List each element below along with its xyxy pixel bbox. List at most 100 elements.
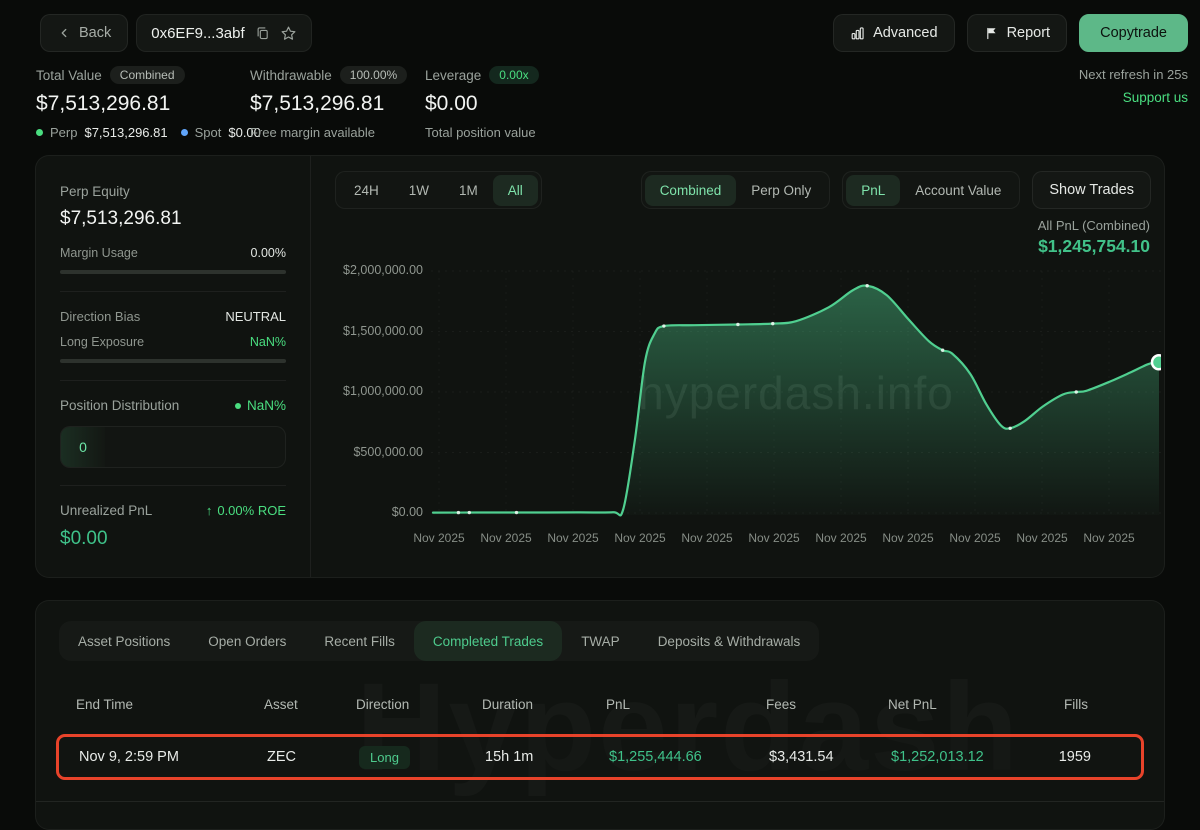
cell-asset: ZEC: [267, 749, 359, 765]
cell-pnl: $1,255,444.66: [609, 749, 769, 765]
chevron-left-icon: [57, 26, 71, 40]
show-trades-label: Show Trades: [1049, 182, 1134, 198]
tab-open-orders[interactable]: Open Orders: [189, 621, 305, 661]
unrealized-pnl-value: $0.00: [60, 528, 286, 550]
y-axis-label: $2,000,000.00: [311, 263, 423, 277]
pnl-area-chart[interactable]: [431, 261, 1161, 523]
margin-usage-value: 0.00%: [251, 246, 286, 260]
highlighted-trade-row[interactable]: Nov 9, 2:59 PMZECLong15h 1m$1,255,444.66…: [56, 734, 1144, 780]
total-value-label: Total Value: [36, 68, 102, 83]
trades-card: Hyperdash Asset PositionsOpen OrdersRece…: [35, 600, 1165, 830]
tab-deposits-withdrawals[interactable]: Deposits & Withdrawals: [639, 621, 820, 661]
position-distribution-label: Position Distribution: [60, 398, 179, 413]
x-axis-label: Nov 2025: [746, 531, 802, 545]
column-header-asset: Asset: [264, 697, 356, 712]
roe-value: 0.00% ROE: [217, 503, 286, 518]
copy-icon[interactable]: [255, 26, 270, 41]
metric-tab-account-value[interactable]: Account Value: [900, 175, 1016, 206]
all-pnl-caption: All PnL (Combined): [1038, 218, 1150, 233]
x-axis-label: Nov 2025: [1014, 531, 1070, 545]
x-axis-label: Nov 2025: [411, 531, 467, 545]
account-summary-panel: Perp Equity $7,513,296.81 Margin Usage 0…: [36, 156, 311, 577]
leverage-label: Leverage: [425, 68, 481, 83]
refresh-countdown: Next refresh in 25s: [1079, 67, 1188, 82]
metric-tab-pnl[interactable]: PnL: [846, 175, 900, 206]
direction-badge: Long: [359, 746, 410, 769]
divider: [36, 801, 1164, 802]
support-us-link[interactable]: Support us: [1123, 90, 1188, 105]
x-axis-label: Nov 2025: [880, 531, 936, 545]
y-axis-label: $0.00: [311, 505, 423, 519]
bar-chart-icon: [850, 26, 865, 41]
metric-toggle-group: PnLAccount Value: [842, 171, 1020, 209]
tab-asset-positions[interactable]: Asset Positions: [59, 621, 189, 661]
top-bar: Back 0x6EF9...3abf Advanced Report Copyt…: [40, 14, 1188, 52]
tab-twap[interactable]: TWAP: [562, 621, 639, 661]
report-label: Report: [1007, 25, 1051, 41]
column-header-fills: Fills: [1038, 697, 1088, 712]
time-range-tab-1m[interactable]: 1M: [444, 175, 493, 206]
y-axis-label: $1,000,000.00: [311, 384, 423, 398]
time-range-tab-24h[interactable]: 24H: [339, 175, 394, 206]
tab-completed-trades[interactable]: Completed Trades: [414, 621, 562, 661]
divider: [60, 380, 286, 381]
advanced-button[interactable]: Advanced: [833, 14, 955, 52]
flag-icon: [984, 26, 999, 41]
table-row: Nov 9, 2:59 PMZECLong15h 1m$1,255,444.66…: [59, 746, 1141, 769]
withdrawable-stat: Withdrawable 100.00% $7,513,296.81 Free …: [250, 65, 407, 140]
time-range-tab-1w[interactable]: 1W: [394, 175, 444, 206]
perp-value: $7,513,296.81: [84, 125, 167, 140]
y-axis-label: $500,000.00: [311, 445, 423, 459]
cell-net-pnl: $1,252,013.12: [891, 749, 1041, 765]
direction-bias-label: Direction Bias: [60, 309, 140, 324]
report-button[interactable]: Report: [967, 14, 1068, 52]
column-header-end-time: End Time: [76, 697, 264, 712]
combined-badge: Combined: [110, 66, 185, 84]
long-exposure-value: NaN%: [250, 335, 286, 349]
x-axis-label: Nov 2025: [612, 531, 668, 545]
margin-usage-bar: [60, 270, 286, 274]
arrow-up-icon: ↑: [206, 503, 213, 518]
divider: [60, 485, 286, 486]
direction-bias-value: NEUTRAL: [225, 309, 286, 324]
copytrade-button[interactable]: Copytrade: [1079, 14, 1188, 52]
tab-recent-fills[interactable]: Recent Fills: [305, 621, 414, 661]
long-exposure-label: Long Exposure: [60, 335, 144, 349]
position-distribution-bar[interactable]: 0: [60, 426, 286, 468]
x-axis-label: Nov 2025: [478, 531, 534, 545]
total-value-stat: Total Value Combined $7,513,296.81 Perp …: [36, 65, 261, 140]
column-header-duration: Duration: [482, 697, 606, 712]
x-axis-label: Nov 2025: [679, 531, 735, 545]
cell-duration: 15h 1m: [485, 749, 609, 765]
spot-dot-icon: [181, 129, 188, 136]
withdrawable-amount: $7,513,296.81: [250, 92, 407, 116]
chart-toolbar: 24H1W1MAll CombinedPerp Only PnLAccount …: [311, 156, 1164, 209]
position-distribution-value: NaN%: [247, 398, 286, 413]
long-exposure-bar: [60, 359, 286, 363]
withdrawable-sub: Free margin available: [250, 125, 375, 140]
x-axis-label: Nov 2025: [1081, 531, 1137, 545]
back-label: Back: [79, 25, 111, 41]
mode-toggle-group: CombinedPerp Only: [641, 171, 831, 209]
column-header-fees: Fees: [766, 697, 888, 712]
mode-tab-combined[interactable]: Combined: [645, 175, 737, 206]
show-trades-button[interactable]: Show Trades: [1032, 171, 1151, 209]
overview-card: Perp Equity $7,513,296.81 Margin Usage 0…: [35, 155, 1165, 578]
time-range-tab-all[interactable]: All: [493, 175, 538, 206]
leverage-sub: Total position value: [425, 125, 536, 140]
unrealized-pnl-label: Unrealized PnL: [60, 503, 152, 518]
column-header-pnl: PnL: [606, 697, 766, 712]
mode-tab-perp-only[interactable]: Perp Only: [736, 175, 826, 206]
total-value-amount: $7,513,296.81: [36, 92, 261, 116]
all-pnl-value: $1,245,754.10: [1038, 236, 1150, 257]
withdrawable-badge: 100.00%: [340, 66, 407, 84]
star-icon[interactable]: [280, 25, 297, 42]
margin-usage-label: Margin Usage: [60, 246, 138, 260]
perp-dot-icon: [36, 129, 43, 136]
column-header-direction: Direction: [356, 697, 482, 712]
perp-equity-value: $7,513,296.81: [60, 208, 286, 230]
x-axis-label: Nov 2025: [545, 531, 601, 545]
back-button[interactable]: Back: [40, 14, 128, 52]
column-header-net-pnl: Net PnL: [888, 697, 1038, 712]
copytrade-label: Copytrade: [1100, 25, 1167, 41]
